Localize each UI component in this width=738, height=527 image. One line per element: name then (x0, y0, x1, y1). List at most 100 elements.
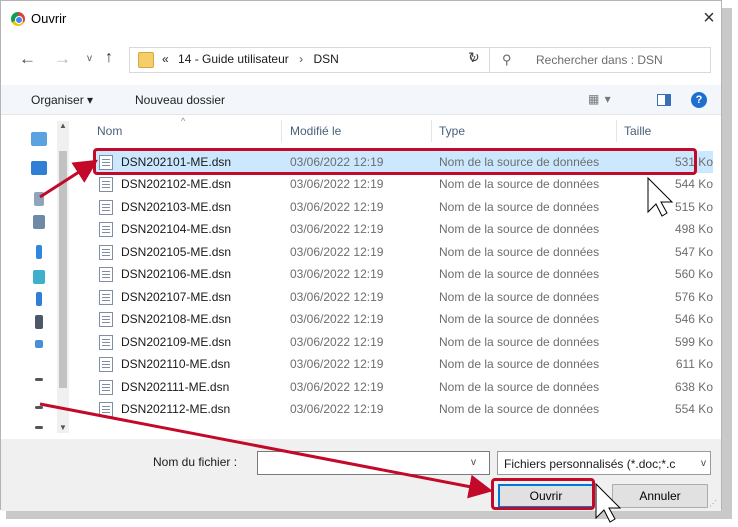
downloads-icon[interactable] (36, 292, 42, 306)
file-modified: 03/06/2022 12:19 (290, 380, 384, 394)
file-type-select[interactable]: Fichiers personnalisés (*.doc;*.c v (497, 451, 711, 475)
desktop-icon[interactable] (31, 161, 47, 175)
column-header-name[interactable]: Nom (97, 124, 122, 138)
file-icon (99, 312, 113, 327)
filename-label: Nom du fichier : (153, 455, 238, 469)
file-icon (99, 245, 113, 260)
scroll-down-icon[interactable]: ▼ (59, 423, 67, 432)
forward-arrow-icon[interactable]: → (54, 49, 71, 69)
file-type: Nom de la source de données (439, 357, 600, 371)
file-row[interactable]: DSN202107-ME.dsn 03/06/2022 12:19 Nom de… (93, 286, 713, 308)
file-type: Nom de la source de données (439, 402, 600, 416)
file-modified: 03/06/2022 12:19 (290, 402, 384, 416)
network-icon[interactable] (35, 340, 43, 348)
column-divider[interactable] (431, 120, 432, 142)
file-icon (99, 402, 113, 417)
command-toolbar: Organiser ▾ Nouveau dossier ▦ ▾ ? (1, 85, 721, 115)
view-options-button[interactable]: ▦ ▾ (588, 92, 612, 106)
file-type: Nom de la source de données (439, 200, 600, 214)
file-row[interactable]: DSN202106-ME.dsn 03/06/2022 12:19 Nom de… (93, 263, 713, 285)
file-size: 546 Ko (674, 312, 713, 326)
file-row[interactable]: DSN202103-ME.dsn 03/06/2022 12:19 Nom de… (93, 196, 713, 218)
file-size: 576 Ko (674, 290, 713, 304)
column-header-modified[interactable]: Modifié le (290, 124, 341, 138)
file-type: Nom de la source de données (439, 290, 600, 304)
file-modified: 03/06/2022 12:19 (290, 222, 384, 236)
annotation-highlight-open (491, 478, 595, 510)
help-icon[interactable]: ? (691, 92, 707, 108)
cancel-button[interactable]: Annuler (612, 484, 708, 508)
close-button[interactable]: × (697, 7, 721, 31)
back-arrow-icon[interactable]: ← (19, 49, 36, 69)
preview-pane-icon[interactable] (657, 94, 671, 106)
file-type: Nom de la source de données (439, 335, 600, 349)
scroll-up-icon[interactable]: ▲ (59, 121, 67, 130)
open-dialog: Ouvrir × ← → v ↑ « 14 - Guide utilisateu… (0, 0, 722, 511)
breadcrumb-separator: › (299, 52, 304, 66)
file-row[interactable]: DSN202104-ME.dsn 03/06/2022 12:19 Nom de… (93, 218, 713, 240)
file-row[interactable]: DSN202105-ME.dsn 03/06/2022 12:19 Nom de… (93, 241, 713, 263)
up-arrow-icon[interactable]: ↑ (105, 49, 113, 67)
chevron-down-icon[interactable]: v (471, 457, 476, 468)
breadcrumb-overflow[interactable]: « (162, 52, 169, 66)
file-type: Nom de la source de données (439, 177, 600, 191)
file-row[interactable]: DSN202102-ME.dsn 03/06/2022 12:19 Nom de… (93, 173, 713, 195)
file-type: Nom de la source de données (439, 245, 600, 259)
file-type: Nom de la source de données (439, 312, 600, 326)
new-folder-button[interactable]: Nouveau dossier (135, 93, 225, 107)
file-name: DSN202103-ME.dsn (121, 200, 232, 214)
chevron-down-icon[interactable]: v (87, 53, 92, 64)
drive-icon[interactable] (35, 426, 43, 429)
file-size: 638 Ko (674, 380, 713, 394)
file-size: 498 Ko (674, 222, 713, 236)
breadcrumb-item[interactable]: DSN (313, 52, 338, 66)
file-size: 611 Ko (675, 357, 713, 371)
file-name: DSN202109-ME.dsn (121, 335, 232, 349)
file-icon (99, 267, 113, 282)
pictures-icon[interactable] (33, 215, 45, 229)
window-title: Ouvrir (31, 11, 67, 26)
music-icon[interactable] (36, 245, 42, 259)
resize-grip-icon[interactable]: ⋰ (709, 499, 717, 508)
file-row[interactable]: DSN202108-ME.dsn 03/06/2022 12:19 Nom de… (93, 308, 713, 330)
file-name: DSN202102-ME.dsn (121, 177, 232, 191)
window-shadow (722, 8, 732, 516)
documents-icon[interactable] (34, 192, 44, 206)
file-modified: 03/06/2022 12:19 (290, 312, 384, 326)
organize-button[interactable]: Organiser ▾ (31, 93, 93, 107)
file-name: DSN202110-ME.dsn (121, 357, 231, 371)
breadcrumb-item[interactable]: 14 - Guide utilisateur (178, 52, 289, 66)
column-divider[interactable] (616, 120, 617, 142)
file-size: 599 Ko (674, 335, 713, 349)
annotation-highlight-row (93, 148, 697, 175)
computer-icon[interactable] (31, 132, 47, 146)
videos-icon[interactable] (35, 315, 43, 329)
file-row[interactable]: DSN202109-ME.dsn 03/06/2022 12:19 Nom de… (93, 331, 713, 353)
file-modified: 03/06/2022 12:19 (290, 177, 384, 191)
file-row[interactable]: DSN202111-ME.dsn 03/06/2022 12:19 Nom de… (93, 376, 713, 398)
column-divider[interactable] (281, 120, 282, 142)
drive-icon[interactable] (35, 406, 43, 409)
file-modified: 03/06/2022 12:19 (290, 335, 384, 349)
file-modified: 03/06/2022 12:19 (290, 290, 384, 304)
refresh-icon[interactable]: ↻ (468, 49, 480, 66)
search-input[interactable]: ⚲ Rechercher dans : DSN (489, 47, 711, 73)
file-size: 554 Ko (674, 402, 713, 416)
address-bar[interactable]: « 14 - Guide utilisateur › DSN v (129, 47, 494, 73)
file-icon (99, 222, 113, 237)
file-row[interactable]: DSN202110-ME.dsn 03/06/2022 12:19 Nom de… (93, 353, 713, 375)
drive-icon[interactable] (35, 378, 43, 381)
file-name: DSN202111-ME.dsn (121, 380, 230, 394)
title-bar: Ouvrir × (1, 1, 721, 37)
column-header-type[interactable]: Type (439, 124, 465, 138)
file-row[interactable]: DSN202112-ME.dsn 03/06/2022 12:19 Nom de… (93, 398, 713, 420)
file-icon (99, 357, 113, 372)
nav-scrollbar-thumb[interactable] (59, 151, 67, 388)
folder-icon (138, 52, 154, 68)
search-placeholder: Rechercher dans : DSN (536, 53, 663, 67)
file-type-value: Fichiers personnalisés (*.doc;*.c (504, 457, 676, 471)
3d-objects-icon[interactable] (33, 270, 45, 284)
column-header-size[interactable]: Taille (624, 124, 651, 138)
dialog-footer: Nom du fichier : v Fichiers personnalisé… (1, 439, 721, 511)
filename-input[interactable] (257, 451, 490, 475)
